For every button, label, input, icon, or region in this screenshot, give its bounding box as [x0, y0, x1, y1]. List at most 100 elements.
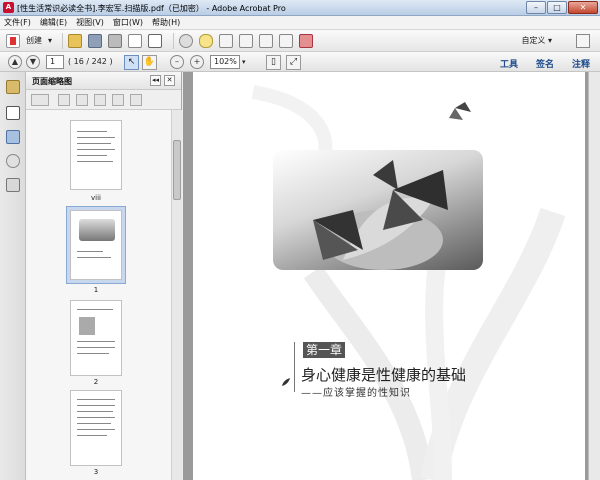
pdf-page: 第一章 身心健康是性健康的基础 ——应该掌握的性知识 [193, 72, 585, 480]
signature-icon[interactable] [6, 178, 20, 192]
menu-help[interactable]: 帮助(H) [152, 17, 180, 28]
thumbnail-label: viii [91, 194, 101, 202]
panel-title: 页面缩略图 [32, 77, 72, 86]
select-cursor-icon[interactable]: ↖ [124, 55, 139, 70]
close-panel-button[interactable]: ✕ [164, 75, 175, 86]
page-thumbnails-icon[interactable] [6, 106, 20, 120]
text-line [77, 405, 115, 406]
window-title: [性生活常识必读全书].李宏军.扫描版.pdf（已加密） - Adobe Acr… [17, 4, 286, 13]
expand-view-icon[interactable] [576, 34, 590, 48]
options-menu-icon[interactable] [31, 94, 49, 106]
toolbar-divider [62, 32, 64, 49]
next-page-button[interactable]: ▼ [26, 55, 40, 69]
page-number-input[interactable]: 1 [46, 55, 64, 69]
delete-page-icon[interactable] [76, 94, 88, 106]
scrollbar-thumb[interactable] [173, 140, 181, 200]
open-folder-icon[interactable] [68, 33, 83, 48]
menu-view[interactable]: 视图(V) [76, 17, 104, 28]
page-properties-icon[interactable] [130, 94, 142, 106]
gear-icon[interactable] [179, 33, 194, 48]
thumbnail-scrollbar[interactable] [171, 110, 182, 480]
butterfly-illustration [313, 160, 448, 270]
chapter-title: 身心健康是性健康的基础 [301, 366, 467, 384]
lock-icon[interactable] [6, 80, 20, 94]
zoom-out-button[interactable]: – [170, 55, 184, 69]
chevron-down-icon: ▾ [547, 36, 552, 45]
text-line [77, 411, 113, 412]
zoom-in-button[interactable]: + [190, 55, 204, 69]
menu-file[interactable]: 文件(F) [4, 17, 31, 28]
text-line [77, 423, 111, 424]
edit-document-icon[interactable] [128, 33, 143, 48]
thumbnail-page-1[interactable] [70, 210, 122, 280]
insert-pages-icon[interactable] [58, 94, 70, 106]
panel-toolbar [26, 90, 181, 110]
right-pane-tabs: 工具 签名 注释 [500, 57, 590, 70]
document-view: 第一章 身心健康是性健康的基础 ——应该掌握的性知识 [183, 72, 600, 480]
window-controls: – □ ✕ [526, 1, 598, 14]
text-line [77, 309, 113, 310]
hand-tool-icon[interactable]: ✋ [142, 55, 157, 70]
panel-header: 页面缩略图 ◂◂ ✕ [26, 72, 181, 90]
toolbar-divider [173, 32, 175, 49]
chevron-down-icon[interactable]: ▾ [242, 55, 252, 69]
comment-bubble-icon[interactable] [199, 33, 214, 48]
fit-page-icon[interactable]: ▯ [266, 55, 281, 70]
butterfly-icon [449, 102, 471, 120]
thumbnail-list: viii 1 2 3 [26, 110, 171, 480]
menu-edit[interactable]: 编辑(E) [40, 17, 67, 28]
document-protect-icon[interactable] [279, 33, 294, 48]
text-line [77, 155, 107, 156]
stamp-icon[interactable] [299, 33, 314, 48]
document-combine-icon[interactable] [259, 33, 274, 48]
chapter-subtitle: ——应该掌握的性知识 [301, 388, 411, 399]
text-line [77, 251, 103, 252]
chapter-divider-line [294, 342, 295, 392]
tab-comment[interactable]: 注释 [572, 57, 590, 70]
leaf-icon [282, 378, 290, 386]
create-label: 创建 [26, 36, 42, 45]
text-line [77, 347, 115, 348]
maximize-button[interactable]: □ [547, 1, 567, 14]
navigation-toolbar: ▲ ▼ 1 ( 16 / 242 ) ↖ ✋ – + 102% ▾ ▯ ⤢ 工具… [0, 52, 600, 72]
text-line [77, 417, 115, 418]
bookmark-icon[interactable] [6, 130, 20, 144]
butterflies-lily-photo [273, 150, 483, 270]
create-pdf-icon [6, 33, 20, 48]
page-background-graphic [251, 85, 566, 480]
tab-sign[interactable]: 签名 [536, 57, 554, 70]
document-icon[interactable] [219, 33, 234, 48]
text-line [77, 341, 115, 342]
save-icon[interactable] [88, 33, 103, 48]
thumbnail-page-2[interactable] [70, 300, 122, 376]
create-button[interactable]: 创建 ▾ [6, 33, 52, 49]
rotate-right-icon[interactable] [112, 94, 124, 106]
close-button[interactable]: ✕ [568, 1, 598, 14]
text-line [77, 149, 115, 150]
menu-bar: 文件(F) 编辑(E) 视图(V) 窗口(W) 帮助(H) [0, 16, 600, 30]
tab-tools[interactable]: 工具 [500, 57, 518, 70]
customize-dropdown[interactable]: 自定义 ▾ [521, 35, 552, 46]
text-line [77, 137, 115, 138]
document-export-icon[interactable] [239, 33, 254, 48]
menu-window[interactable]: 窗口(W) [113, 17, 143, 28]
rotate-left-icon[interactable] [94, 94, 106, 106]
thumbnail-image [79, 219, 115, 241]
email-icon[interactable] [148, 33, 163, 48]
zoom-level-input[interactable]: 102% [210, 55, 240, 69]
thumbnail-page-viii[interactable] [70, 120, 122, 190]
attachment-icon[interactable] [6, 154, 20, 168]
thumbnail-label: 2 [93, 378, 99, 386]
print-icon[interactable] [108, 33, 123, 48]
document-scrollbar[interactable] [588, 72, 600, 480]
minimize-button[interactable]: – [526, 1, 546, 14]
thumbnail-image [79, 317, 95, 335]
thumbnail-page-3[interactable] [70, 390, 122, 466]
page-thumbnails-panel: 页面缩略图 ◂◂ ✕ viii 1 2 3 [26, 72, 182, 480]
previous-page-button[interactable]: ▲ [8, 55, 22, 69]
chapter-number-tag: 第一章 [303, 342, 345, 358]
fit-width-icon[interactable]: ⤢ [286, 55, 301, 70]
collapse-panel-button[interactable]: ◂◂ [150, 75, 161, 86]
main-toolbar: 创建 ▾ [0, 30, 600, 52]
text-line [77, 429, 115, 430]
